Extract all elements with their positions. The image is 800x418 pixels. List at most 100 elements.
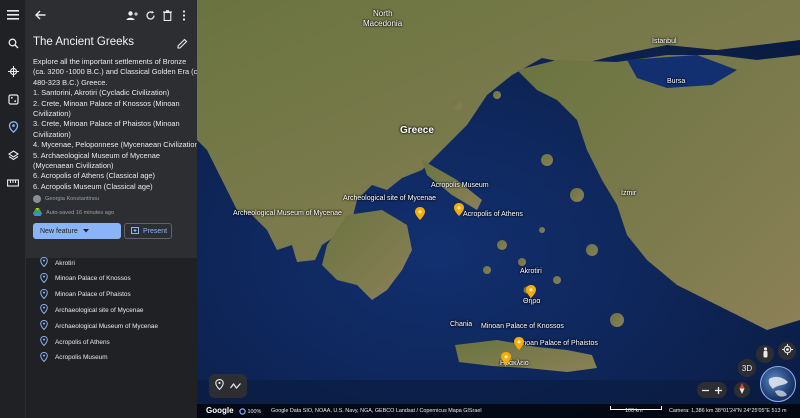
- add-placemark-icon[interactable]: [215, 377, 224, 395]
- list-item[interactable]: Acropolis Museum: [40, 351, 108, 364]
- new-feature-label: New feature: [40, 227, 78, 235]
- share-person-icon[interactable]: [125, 8, 139, 22]
- dice-icon[interactable]: [4, 90, 22, 108]
- map-attribution[interactable]: Google Data SIO, NOAA, U.S. Navy, NGA, G…: [271, 408, 482, 414]
- delete-icon[interactable]: [160, 8, 174, 22]
- list-item[interactable]: Minoan Palace of Phaistos: [40, 288, 131, 301]
- draw-tools: [209, 374, 247, 398]
- author-name: Georgia Konstantinou: [45, 196, 100, 202]
- project-panel: The Ancient Greeks Explore all the impor…: [26, 0, 197, 418]
- description-line: 3. Crete, Minoan Palace of Phaistos (Min…: [33, 119, 180, 129]
- zoom-controls: [697, 382, 727, 398]
- zoom-level[interactable]: 100%: [239, 408, 261, 415]
- left-rail: [0, 0, 26, 418]
- present-label: Present: [143, 227, 168, 235]
- list-item[interactable]: Archaeological Museum of Mycenae: [40, 320, 158, 332]
- description-line: 480-323 B.C.) Greece.: [33, 77, 108, 87]
- project-description: Explore all the important settlements of…: [33, 57, 197, 192]
- description-line: 4. Mycenae, Peloponnese (Mycenaean Civil…: [33, 140, 197, 150]
- map-label-chania: Chania: [450, 321, 473, 328]
- google-logo: Google: [206, 406, 234, 415]
- zoom-out-icon[interactable]: [702, 381, 709, 399]
- placemark-icon: [40, 256, 48, 269]
- status-bar: Google 100% Google Data SIO, NOAA, U.S. …: [197, 404, 800, 418]
- caret-down-icon: [82, 228, 89, 235]
- google-drive-icon: [33, 208, 42, 218]
- placemark-icon: [40, 351, 48, 364]
- list-item[interactable]: Acropolis of Athens: [40, 335, 110, 348]
- description-line: Explore all the important settlements of…: [33, 57, 187, 66]
- list-item-label: Archaeological site of Mycenae: [55, 306, 144, 314]
- description-line: 6. Acropolis of Athens (Classical age): [33, 171, 156, 181]
- menu-icon[interactable]: [4, 6, 22, 24]
- projects-icon[interactable]: [4, 118, 22, 136]
- edit-pencil-icon[interactable]: [177, 36, 189, 49]
- layers-icon[interactable]: [4, 146, 22, 164]
- zoom-ring-icon: [239, 408, 246, 415]
- globe-overview[interactable]: [760, 366, 796, 402]
- map-label-istanbul: İstanbul: [652, 38, 677, 45]
- list-item-label: Minoan Palace of Knossos: [55, 275, 131, 283]
- description-line: 5. Archaeological Museum of Mycenae: [33, 150, 160, 160]
- scale-text: 100 km: [625, 408, 643, 414]
- avatar: [33, 195, 41, 203]
- placemark-pin-icon[interactable]: [454, 203, 464, 216]
- list-item-label: Minoan Palace of Phaistos: [55, 291, 131, 299]
- list-item-label: Acropolis Museum: [55, 354, 108, 362]
- description-line: 1. Santorini, Akrotiri (Cycladic Civiliz…: [33, 88, 170, 98]
- camera-info: Camera: 1,386 km 38°01'24"N 24°25'05"E 5…: [669, 408, 787, 414]
- back-arrow-icon[interactable]: [33, 8, 47, 22]
- list-item[interactable]: Akrotiri: [40, 256, 75, 269]
- more-vert-icon[interactable]: [177, 8, 191, 22]
- map-label-knossos: Minoan Palace of Knossos: [481, 323, 564, 330]
- zoom-in-icon[interactable]: [715, 381, 722, 399]
- description-line: Civilization): [33, 109, 71, 119]
- search-icon[interactable]: [4, 34, 22, 52]
- pegman-icon: [762, 345, 769, 363]
- globe-icon: [768, 376, 788, 397]
- map-label-museum-mycenae: Archeological Museum of Mycenae: [233, 210, 342, 217]
- author-row: Georgia Konstantinou: [33, 195, 99, 203]
- present-icon: [131, 226, 139, 236]
- description-line: 2. Crete, Minoan Palace of Knossos (Mino…: [33, 98, 180, 108]
- placemark-icon: [40, 320, 48, 332]
- map-label-thira: Θήρα: [523, 298, 541, 305]
- map-label-macedonia: Macedonia: [363, 19, 403, 28]
- list-item-label: Akrotiri: [55, 259, 75, 267]
- description-line: Civilization): [33, 129, 71, 139]
- street-view-button[interactable]: [756, 345, 774, 363]
- compass-button[interactable]: [734, 382, 750, 398]
- list-item-label: Archaeological Museum of Mycenae: [55, 322, 159, 330]
- toggle-3d-label: 3D: [741, 363, 753, 373]
- list-item-label: Acropolis of Athens: [55, 338, 110, 346]
- draw-line-icon[interactable]: [230, 377, 241, 395]
- description-line: (ca. 3200 -1000 B.C.) and Classical Gold…: [33, 67, 197, 77]
- placemark-pin-icon[interactable]: [526, 285, 536, 298]
- zoom-level-text: 100%: [247, 408, 262, 415]
- map-view[interactable]: North Macedonia Greece İstanbul Bursa İz…: [197, 0, 800, 418]
- my-location-button[interactable]: [778, 342, 796, 360]
- list-item[interactable]: Archaeological site of Mycenae: [40, 304, 143, 316]
- autosave-row: Auto-saved 16 minutes ago: [33, 208, 114, 218]
- list-item[interactable]: Minoan Palace of Knossos: [40, 272, 131, 285]
- project-title: The Ancient Greeks: [33, 36, 134, 48]
- measure-icon[interactable]: [4, 174, 22, 192]
- toggle-3d-button[interactable]: 3D: [738, 359, 756, 377]
- new-feature-button[interactable]: New feature: [33, 223, 121, 239]
- google-earth-app: The Ancient Greeks Explore all the impor…: [0, 0, 800, 418]
- map-label-phaistos: Minoan Palace of Phaistos: [515, 340, 598, 347]
- my-location-icon: [781, 342, 793, 360]
- placemark-pin-icon[interactable]: [415, 207, 425, 220]
- placemark-pin-icon[interactable]: [501, 352, 511, 365]
- compass-icon: [738, 381, 746, 399]
- map-label-izmir: İzmir: [621, 190, 637, 197]
- map-label-site-mycenae: Archeological site of Mycenae: [343, 195, 436, 202]
- sync-icon[interactable]: [143, 8, 157, 22]
- placemark-pin-icon[interactable]: [514, 337, 524, 350]
- map-label-greece: Greece: [400, 125, 434, 136]
- placemark-icon: [40, 304, 48, 316]
- present-button[interactable]: Present: [124, 223, 172, 239]
- map-label-akrotiri: Akrotiri: [520, 268, 542, 275]
- voyager-icon[interactable]: [4, 62, 22, 80]
- description-line: (Mycenaean Civilization): [33, 161, 114, 171]
